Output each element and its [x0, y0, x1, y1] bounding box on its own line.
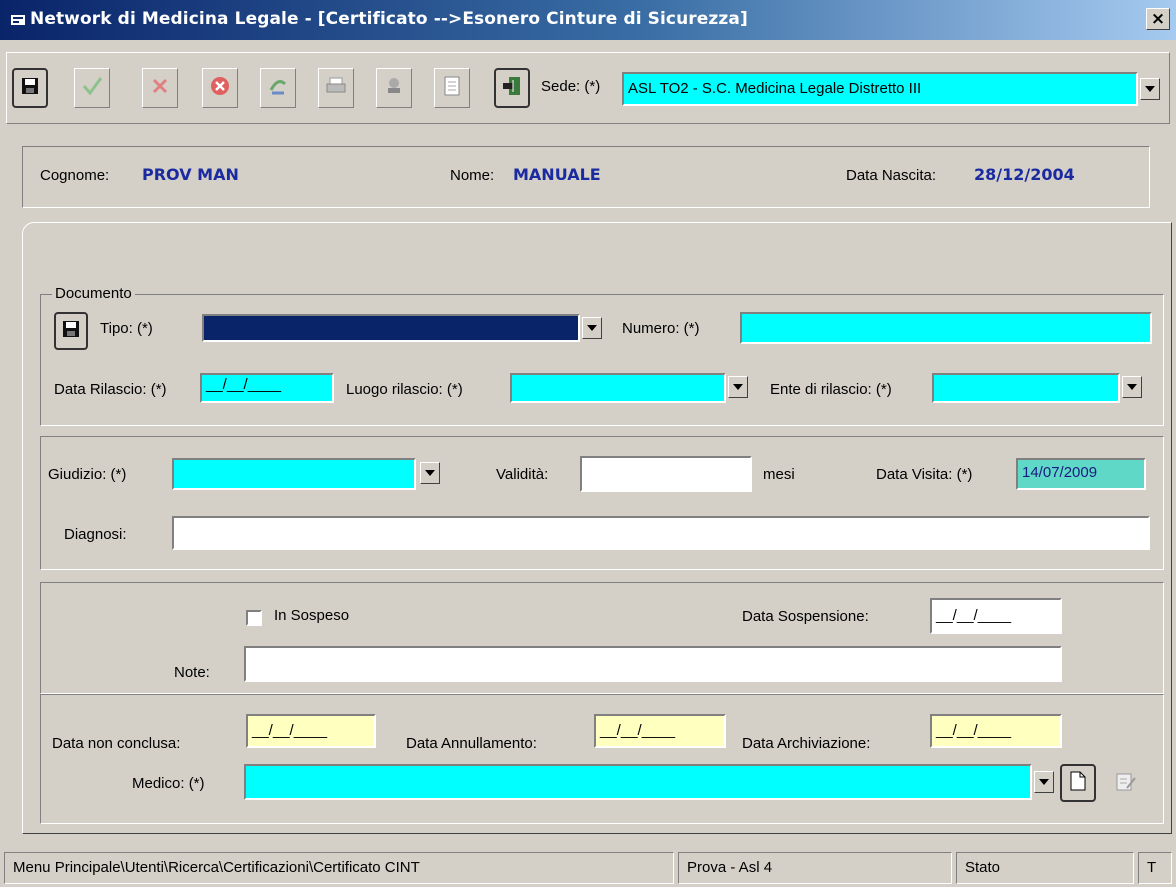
status-path: Menu Principale\Utenti\Ricerca\Certifica… — [4, 852, 674, 884]
note-input[interactable] — [244, 646, 1062, 682]
validita-label: Validità: — [496, 466, 549, 483]
print-icon — [325, 75, 347, 101]
data-visita-input[interactable]: 14/07/2009 — [1016, 458, 1146, 490]
in-sospeso-label: In Sospeso — [274, 607, 350, 624]
data-sospensione-label: Data Sospensione: — [742, 608, 869, 625]
data-visita-label: Data Visita: (*) — [876, 466, 973, 483]
data-non-conclusa-label: Data non conclusa: — [52, 735, 181, 752]
medico-label: Medico: (*) — [132, 775, 205, 792]
nome-label: Nome: — [450, 167, 495, 184]
data-nascita-label: Data Nascita: — [846, 167, 937, 184]
documento-save-button[interactable] — [54, 312, 88, 350]
data-archiviazione-input[interactable]: __/__/____ — [930, 714, 1062, 748]
status-stato: Stato — [956, 852, 1134, 884]
nome-value: MANUALE — [513, 165, 601, 184]
refresh-button[interactable] — [260, 68, 296, 108]
app-icon — [10, 12, 26, 28]
luogo-dropdown-icon[interactable] — [728, 376, 748, 398]
data-rilascio-input[interactable]: __/__/____ — [200, 373, 334, 403]
sede-label: Sede: (*) — [541, 78, 601, 95]
documento-legend: Documento — [52, 285, 135, 302]
save-button[interactable] — [12, 68, 48, 108]
ente-dropdown-icon[interactable] — [1122, 376, 1142, 398]
data-non-conclusa-input[interactable]: __/__/____ — [246, 714, 376, 748]
mesi-label: mesi — [763, 466, 795, 483]
numero-input[interactable] — [740, 312, 1152, 344]
giudizio-dropdown-icon[interactable] — [420, 462, 440, 484]
in-sospeso-checkbox[interactable] — [246, 610, 262, 626]
giudizio-select[interactable] — [172, 458, 416, 490]
exit-button[interactable] — [494, 68, 530, 108]
data-annullamento-label: Data Annullamento: — [406, 735, 537, 752]
save-icon — [61, 319, 81, 343]
document-icon — [443, 75, 461, 101]
medico-dropdown-icon[interactable] — [1034, 771, 1054, 793]
validita-input[interactable] — [580, 456, 752, 492]
document-button[interactable] — [434, 68, 470, 108]
luogo-rilascio-select[interactable] — [510, 373, 726, 403]
numero-label: Numero: (*) — [622, 320, 700, 337]
new-document-icon — [1069, 770, 1087, 796]
data-sospensione-input[interactable]: __/__/____ — [930, 598, 1062, 634]
tipo-label: Tipo: (*) — [100, 320, 153, 337]
cognome-label: Cognome: — [40, 167, 110, 184]
medico-new-button[interactable] — [1060, 764, 1096, 802]
cancel-button[interactable] — [142, 68, 178, 108]
save-icon — [20, 76, 40, 100]
data-rilascio-label: Data Rilascio: (*) — [54, 381, 167, 398]
data-archiviazione-label: Data Archiviazione: — [742, 735, 871, 752]
cognome-value: PROV MAN — [142, 165, 239, 184]
status-t: T — [1138, 852, 1172, 884]
print-button[interactable] — [318, 68, 354, 108]
cancel-x-icon — [150, 76, 170, 100]
exit-icon — [501, 75, 523, 101]
tipo-select[interactable] — [202, 314, 580, 342]
ente-rilascio-select[interactable] — [932, 373, 1120, 403]
note-label: Note: — [174, 664, 210, 681]
status-user: Prova - Asl 4 — [678, 852, 952, 884]
tipo-dropdown-icon[interactable] — [582, 317, 602, 339]
medico-edit-button[interactable] — [1110, 768, 1142, 800]
diagnosi-input[interactable] — [172, 516, 1150, 550]
edit-icon — [1115, 771, 1137, 797]
confirm-check-icon — [81, 75, 103, 101]
stamp-icon — [383, 75, 405, 101]
medico-select[interactable] — [244, 764, 1032, 800]
close-button[interactable]: × — [1146, 8, 1170, 30]
stamp-button[interactable] — [376, 68, 412, 108]
ente-rilascio-label: Ente di rilascio: (*) — [770, 381, 892, 398]
data-annullamento-input[interactable]: __/__/____ — [594, 714, 726, 748]
sede-select[interactable]: ASL TO2 - S.C. Medicina Legale Distretto… — [622, 72, 1138, 106]
data-nascita-value: 28/12/2004 — [974, 165, 1075, 184]
confirm-button[interactable] — [74, 68, 110, 108]
giudizio-label: Giudizio: (*) — [48, 466, 127, 483]
sede-dropdown-icon[interactable] — [1140, 78, 1160, 100]
window-title: Network di Medicina Legale - [Certificat… — [30, 9, 748, 29]
diagnosi-label: Diagnosi: — [64, 526, 127, 543]
stop-button[interactable] — [202, 68, 238, 108]
luogo-rilascio-label: Luogo rilascio: (*) — [346, 381, 463, 398]
stop-icon — [209, 75, 231, 101]
refresh-icon — [267, 75, 289, 101]
